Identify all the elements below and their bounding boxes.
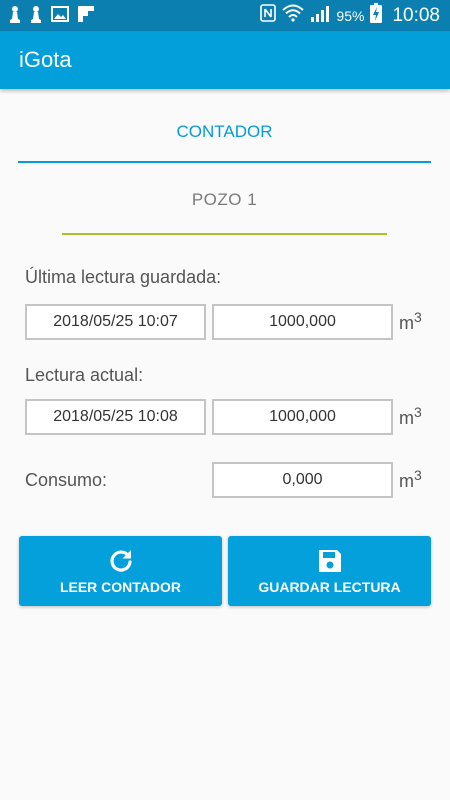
notification-icons [9,5,94,27]
save-reading-button-label: GUARDAR LECTURA [258,579,401,595]
current-reading-value-field[interactable]: 1000,000 [212,399,393,435]
current-reading-label: Lectura actual: [25,365,144,385]
last-reading-value-field[interactable]: 1000,000 [212,304,393,340]
flipboard-icon [78,5,94,27]
unit-exponent: 3 [414,467,422,483]
signal-icon [310,4,330,27]
well-selector-underline [62,233,387,235]
system-icons: 95% 10:08 [260,0,440,31]
read-meter-button-label: LEER CONTADOR [59,579,182,595]
well-selector[interactable]: POZO 1 [62,190,387,210]
last-reading-unit: m3 [399,309,422,334]
chess-pawn-icon [9,5,21,28]
wifi-icon [282,4,305,27]
consumption-unit: m3 [399,467,422,492]
read-meter-button[interactable]: LEER CONTADOR [19,536,222,606]
status-bar: 95% 10:08 [0,0,450,31]
floppy-disk-icon [317,548,343,574]
nfc-icon [260,4,277,27]
last-reading-label: Última lectura guardada: [25,267,222,287]
unit-exponent: 3 [414,404,422,420]
consumption-value-field[interactable]: 0,000 [212,462,393,498]
current-reading-date-field[interactable]: 2018/05/25 10:08 [25,399,206,435]
battery-percent: 95% [336,7,365,24]
image-icon [51,5,69,27]
clock: 10:08 [392,4,440,26]
unit-base: m [399,313,414,333]
save-reading-button[interactable]: GUARDAR LECTURA [228,536,431,606]
tab-indicator [18,161,431,163]
chess-pawn-icon [30,5,42,28]
last-reading-date-field[interactable]: 2018/05/25 10:07 [25,304,206,340]
battery-charging-icon [370,3,383,28]
refresh-icon [108,548,134,574]
unit-base: m [399,471,414,491]
unit-exponent: 3 [414,309,422,325]
tab-contador[interactable]: CONTADOR [18,122,431,142]
app-bar: iGota [0,31,450,89]
unit-base: m [399,408,414,428]
consumption-label: Consumo: [25,470,108,490]
current-reading-unit: m3 [399,404,422,429]
app-title: iGota [19,47,72,72]
